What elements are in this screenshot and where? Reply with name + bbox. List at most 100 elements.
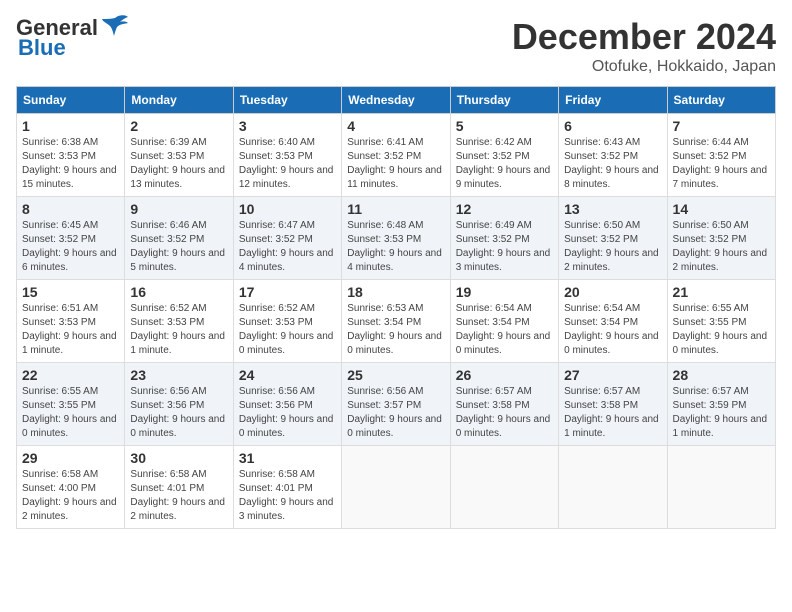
calendar-cell: 15 Sunrise: 6:51 AM Sunset: 3:53 PM Dayl… [17, 280, 125, 363]
calendar-cell: 31 Sunrise: 6:58 AM Sunset: 4:01 PM Dayl… [233, 446, 341, 529]
day-number: 5 [456, 118, 553, 134]
weekday-header-monday: Monday [125, 87, 233, 114]
day-number: 7 [673, 118, 770, 134]
day-number: 24 [239, 367, 336, 383]
calendar-cell: 17 Sunrise: 6:52 AM Sunset: 3:53 PM Dayl… [233, 280, 341, 363]
weekday-header-wednesday: Wednesday [342, 87, 450, 114]
day-info: Sunrise: 6:52 AM Sunset: 3:53 PM Dayligh… [239, 302, 336, 358]
day-info: Sunrise: 6:56 AM Sunset: 3:56 PM Dayligh… [239, 385, 336, 441]
day-info: Sunrise: 6:54 AM Sunset: 3:54 PM Dayligh… [456, 302, 553, 358]
day-number: 25 [347, 367, 444, 383]
day-info: Sunrise: 6:47 AM Sunset: 3:52 PM Dayligh… [239, 219, 336, 275]
day-number: 1 [22, 118, 119, 134]
calendar-cell: 12 Sunrise: 6:49 AM Sunset: 3:52 PM Dayl… [450, 197, 558, 280]
day-info: Sunrise: 6:46 AM Sunset: 3:52 PM Dayligh… [130, 219, 227, 275]
calendar-cell: 7 Sunrise: 6:44 AM Sunset: 3:52 PM Dayli… [667, 114, 775, 197]
calendar-cell: 2 Sunrise: 6:39 AM Sunset: 3:53 PM Dayli… [125, 114, 233, 197]
calendar-cell: 13 Sunrise: 6:50 AM Sunset: 3:52 PM Dayl… [559, 197, 667, 280]
day-number: 18 [347, 284, 444, 300]
calendar-cell [559, 446, 667, 529]
calendar-cell: 16 Sunrise: 6:52 AM Sunset: 3:53 PM Dayl… [125, 280, 233, 363]
calendar-cell: 3 Sunrise: 6:40 AM Sunset: 3:53 PM Dayli… [233, 114, 341, 197]
calendar-cell: 20 Sunrise: 6:54 AM Sunset: 3:54 PM Dayl… [559, 280, 667, 363]
logo: General Blue [16, 16, 130, 60]
day-number: 26 [456, 367, 553, 383]
day-number: 16 [130, 284, 227, 300]
location: Otofuke, Hokkaido, Japan [512, 58, 776, 76]
day-number: 17 [239, 284, 336, 300]
calendar-cell: 22 Sunrise: 6:55 AM Sunset: 3:55 PM Dayl… [17, 363, 125, 446]
calendar-cell: 24 Sunrise: 6:56 AM Sunset: 3:56 PM Dayl… [233, 363, 341, 446]
weekday-header-sunday: Sunday [17, 87, 125, 114]
day-info: Sunrise: 6:43 AM Sunset: 3:52 PM Dayligh… [564, 136, 661, 192]
day-info: Sunrise: 6:42 AM Sunset: 3:52 PM Dayligh… [456, 136, 553, 192]
calendar-cell: 18 Sunrise: 6:53 AM Sunset: 3:54 PM Dayl… [342, 280, 450, 363]
day-number: 23 [130, 367, 227, 383]
day-info: Sunrise: 6:50 AM Sunset: 3:52 PM Dayligh… [673, 219, 770, 275]
calendar-cell: 26 Sunrise: 6:57 AM Sunset: 3:58 PM Dayl… [450, 363, 558, 446]
logo-bird-icon [100, 14, 130, 40]
day-number: 2 [130, 118, 227, 134]
calendar-cell: 29 Sunrise: 6:58 AM Sunset: 4:00 PM Dayl… [17, 446, 125, 529]
calendar-cell [667, 446, 775, 529]
calendar-cell [450, 446, 558, 529]
calendar-cell: 8 Sunrise: 6:45 AM Sunset: 3:52 PM Dayli… [17, 197, 125, 280]
calendar-week-row: 29 Sunrise: 6:58 AM Sunset: 4:00 PM Dayl… [17, 446, 776, 529]
calendar-table: SundayMondayTuesdayWednesdayThursdayFrid… [16, 86, 776, 529]
day-info: Sunrise: 6:49 AM Sunset: 3:52 PM Dayligh… [456, 219, 553, 275]
day-info: Sunrise: 6:56 AM Sunset: 3:56 PM Dayligh… [130, 385, 227, 441]
day-info: Sunrise: 6:56 AM Sunset: 3:57 PM Dayligh… [347, 385, 444, 441]
day-info: Sunrise: 6:55 AM Sunset: 3:55 PM Dayligh… [673, 302, 770, 358]
day-info: Sunrise: 6:38 AM Sunset: 3:53 PM Dayligh… [22, 136, 119, 192]
calendar-cell: 25 Sunrise: 6:56 AM Sunset: 3:57 PM Dayl… [342, 363, 450, 446]
calendar-cell: 21 Sunrise: 6:55 AM Sunset: 3:55 PM Dayl… [667, 280, 775, 363]
day-info: Sunrise: 6:58 AM Sunset: 4:01 PM Dayligh… [239, 468, 336, 524]
calendar-week-row: 15 Sunrise: 6:51 AM Sunset: 3:53 PM Dayl… [17, 280, 776, 363]
calendar-header-row: SundayMondayTuesdayWednesdayThursdayFrid… [17, 87, 776, 114]
day-number: 19 [456, 284, 553, 300]
calendar-cell: 27 Sunrise: 6:57 AM Sunset: 3:58 PM Dayl… [559, 363, 667, 446]
day-info: Sunrise: 6:55 AM Sunset: 3:55 PM Dayligh… [22, 385, 119, 441]
day-number: 20 [564, 284, 661, 300]
calendar-cell: 9 Sunrise: 6:46 AM Sunset: 3:52 PM Dayli… [125, 197, 233, 280]
calendar-week-row: 22 Sunrise: 6:55 AM Sunset: 3:55 PM Dayl… [17, 363, 776, 446]
day-info: Sunrise: 6:52 AM Sunset: 3:53 PM Dayligh… [130, 302, 227, 358]
calendar-cell: 10 Sunrise: 6:47 AM Sunset: 3:52 PM Dayl… [233, 197, 341, 280]
day-number: 9 [130, 201, 227, 217]
logo-blue-text: Blue [18, 36, 66, 60]
day-info: Sunrise: 6:48 AM Sunset: 3:53 PM Dayligh… [347, 219, 444, 275]
calendar-cell: 5 Sunrise: 6:42 AM Sunset: 3:52 PM Dayli… [450, 114, 558, 197]
day-info: Sunrise: 6:51 AM Sunset: 3:53 PM Dayligh… [22, 302, 119, 358]
day-info: Sunrise: 6:58 AM Sunset: 4:01 PM Dayligh… [130, 468, 227, 524]
day-info: Sunrise: 6:40 AM Sunset: 3:53 PM Dayligh… [239, 136, 336, 192]
day-info: Sunrise: 6:44 AM Sunset: 3:52 PM Dayligh… [673, 136, 770, 192]
calendar-week-row: 1 Sunrise: 6:38 AM Sunset: 3:53 PM Dayli… [17, 114, 776, 197]
weekday-header-friday: Friday [559, 87, 667, 114]
day-number: 27 [564, 367, 661, 383]
month-title: December 2024 [512, 16, 776, 58]
weekday-header-saturday: Saturday [667, 87, 775, 114]
page-header: General Blue December 2024 Otofuke, Hokk… [16, 16, 776, 76]
day-number: 14 [673, 201, 770, 217]
day-number: 28 [673, 367, 770, 383]
calendar-cell: 30 Sunrise: 6:58 AM Sunset: 4:01 PM Dayl… [125, 446, 233, 529]
day-number: 21 [673, 284, 770, 300]
calendar-cell: 6 Sunrise: 6:43 AM Sunset: 3:52 PM Dayli… [559, 114, 667, 197]
calendar-cell: 4 Sunrise: 6:41 AM Sunset: 3:52 PM Dayli… [342, 114, 450, 197]
day-number: 22 [22, 367, 119, 383]
day-info: Sunrise: 6:57 AM Sunset: 3:59 PM Dayligh… [673, 385, 770, 441]
calendar-cell: 11 Sunrise: 6:48 AM Sunset: 3:53 PM Dayl… [342, 197, 450, 280]
calendar-cell: 1 Sunrise: 6:38 AM Sunset: 3:53 PM Dayli… [17, 114, 125, 197]
day-info: Sunrise: 6:45 AM Sunset: 3:52 PM Dayligh… [22, 219, 119, 275]
day-info: Sunrise: 6:57 AM Sunset: 3:58 PM Dayligh… [564, 385, 661, 441]
day-number: 29 [22, 450, 119, 466]
day-number: 4 [347, 118, 444, 134]
weekday-header-thursday: Thursday [450, 87, 558, 114]
weekday-header-tuesday: Tuesday [233, 87, 341, 114]
day-number: 31 [239, 450, 336, 466]
calendar-cell: 28 Sunrise: 6:57 AM Sunset: 3:59 PM Dayl… [667, 363, 775, 446]
calendar-cell: 23 Sunrise: 6:56 AM Sunset: 3:56 PM Dayl… [125, 363, 233, 446]
day-number: 11 [347, 201, 444, 217]
day-info: Sunrise: 6:58 AM Sunset: 4:00 PM Dayligh… [22, 468, 119, 524]
day-info: Sunrise: 6:41 AM Sunset: 3:52 PM Dayligh… [347, 136, 444, 192]
